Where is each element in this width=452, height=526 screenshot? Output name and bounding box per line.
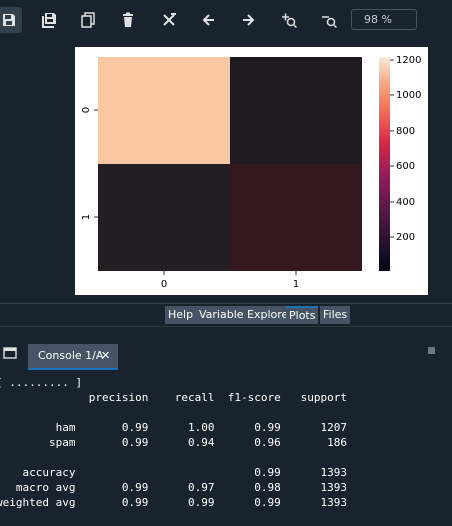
heatmap-cell-0-1 xyxy=(230,57,362,164)
save-icon[interactable] xyxy=(0,7,22,33)
console-header: Console 1/A ✕ xyxy=(0,326,452,371)
y-tick-label-1: 1 xyxy=(81,214,92,220)
tab-help[interactable]: Help xyxy=(165,306,197,324)
colorbar-tick-1000: 1000 xyxy=(396,90,421,101)
arrow-right-icon[interactable] xyxy=(235,7,261,33)
heatmap-cell-1-0 xyxy=(98,164,230,271)
tab-plots[interactable]: Plots xyxy=(286,306,319,324)
copy-icon[interactable] xyxy=(75,7,101,33)
colorbar xyxy=(379,57,390,271)
arrow-left-icon[interactable] xyxy=(196,7,222,33)
plot-pane: 0 1 0 1 1200 1000 800 600 400 200 xyxy=(0,42,452,304)
zoom-input[interactable]: 98 % xyxy=(351,9,417,30)
zoom-out-icon[interactable] xyxy=(316,7,342,33)
console-output-area[interactable]: [ ......... ] precision recall f1-score … xyxy=(0,370,452,526)
heatmap-chart: 0 1 0 1 1200 1000 800 600 400 200 xyxy=(81,55,421,290)
plots-toolbar: 98 % xyxy=(0,0,452,42)
tab-files[interactable]: Files xyxy=(320,306,351,324)
console-tab-label: Console 1/A xyxy=(38,349,104,362)
delete-icon[interactable] xyxy=(115,7,141,33)
colorbar-tick-800: 800 xyxy=(396,126,415,137)
heatmap-cell-1-1 xyxy=(230,164,362,271)
close-icon[interactable]: ✕ xyxy=(101,344,110,368)
colorbar-tick-400: 400 xyxy=(396,197,415,208)
colorbar-tick-1200: 1200 xyxy=(396,55,421,66)
heatmap-cell-0-0 xyxy=(98,57,230,164)
save-all-icon[interactable] xyxy=(36,7,62,33)
zoom-in-icon[interactable] xyxy=(276,7,302,33)
x-tick-label-0: 0 xyxy=(161,279,167,290)
x-tick-label-1: 1 xyxy=(293,279,299,290)
pane-tab-bar: Help Variable Explorer Plots Files xyxy=(0,304,452,326)
colorbar-tick-600: 600 xyxy=(396,161,415,172)
y-tick-label-0: 0 xyxy=(81,107,92,113)
browse-tabs-icon[interactable] xyxy=(3,344,17,363)
stop-icon[interactable] xyxy=(428,347,435,354)
colorbar-tick-200: 200 xyxy=(396,232,415,243)
delete-all-icon[interactable] xyxy=(156,7,182,33)
plot-figure: 0 1 0 1 1200 1000 800 600 400 200 xyxy=(75,47,428,295)
console-tab[interactable]: Console 1/A ✕ xyxy=(28,344,118,370)
console-output: [ ......... ] precision recall f1-score … xyxy=(0,376,347,509)
tab-variable-explorer[interactable]: Variable Explorer xyxy=(196,306,296,324)
